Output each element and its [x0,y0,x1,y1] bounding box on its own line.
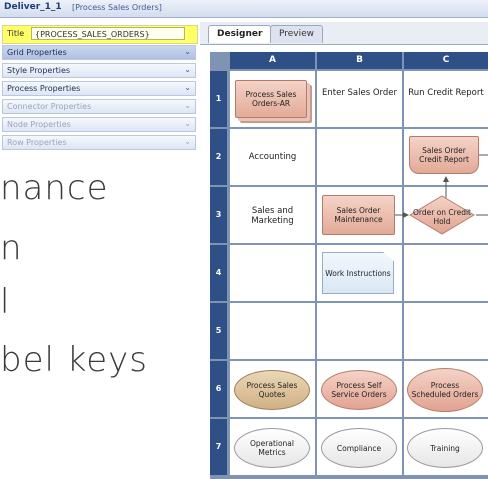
node-properties-label: Node Properties [7,120,71,129]
compliance-node[interactable]: Compliance [321,428,397,468]
sales-and-marketing-label: Sales and Marketing [251,206,294,226]
chevron-down-icon[interactable]: ⌄ [184,65,191,74]
sales-order-maintenance-node[interactable]: Sales Order Maintenance [322,195,395,235]
chevron-down-icon: ⌄ [184,101,191,110]
chevron-down-icon[interactable]: ⌄ [184,47,191,56]
row-header-3[interactable]: 3 [210,187,227,243]
process-sales-orders-ar-node[interactable]: Process Sales Orders-AR [235,80,307,118]
title-property-row: Title {PROCESS_SALES_ORDERS} [2,25,198,44]
accounting-label: Accounting [248,152,297,162]
grid-cell-a5[interactable] [230,303,315,359]
overlay-text-3: l [0,282,11,322]
grid-properties-label: Grid Properties [7,48,67,57]
window-title: Deliver_1_1 [4,2,62,12]
row-header-2[interactable]: 2 [210,129,227,185]
chevron-down-icon: ⌄ [184,137,191,146]
overlay-text-1: nance [0,168,109,208]
process-properties-label: Process Properties [7,84,81,93]
grid-cell-a4[interactable] [230,245,315,301]
properties-panel: Title {PROCESS_SALES_ORDERS} Grid Proper… [0,22,199,153]
row-properties-row: Row Properties ⌄ [2,135,196,150]
process-sales-quotes-node[interactable]: Process Sales Quotes [234,370,310,410]
style-properties-label: Style Properties [7,66,71,75]
column-header-a[interactable]: A [230,52,315,69]
order-on-credit-hold-node[interactable]: Order on Credit Hold [409,195,475,235]
chevron-down-icon: ⌄ [184,119,191,128]
title-label: Title [7,29,25,38]
grid-cell-b1[interactable] [317,71,402,127]
row-header-1[interactable]: 1 [210,71,227,127]
run-credit-report-text[interactable]: Run Credit Report [404,88,488,98]
node-properties-row: Node Properties ⌄ [2,117,196,132]
process-scheduled-orders-node[interactable]: Process Scheduled Orders [407,368,483,412]
column-header-c[interactable]: C [404,52,488,69]
grid-cell-c5[interactable] [404,303,488,359]
grid-cell-b2[interactable] [317,129,402,185]
chevron-down-icon[interactable]: ⌄ [184,83,191,92]
row-header-5[interactable]: 5 [210,303,227,359]
tab-preview[interactable]: Preview [270,25,324,43]
work-instructions-node[interactable]: Work Instructions [322,252,394,294]
row-header-4[interactable]: 4 [210,245,227,301]
overlay-text-2: n [0,228,23,268]
sales-order-credit-report-node[interactable]: Sales Order Credit Report [409,136,479,174]
row-header-6[interactable]: 6 [210,361,227,417]
training-node[interactable]: Training [407,428,483,468]
column-header-b[interactable]: B [317,52,402,69]
window-subtitle: [Process Sales Orders] [72,3,162,12]
process-self-service-orders-node[interactable]: Process Self Service Orders [321,370,397,410]
row-header-7[interactable]: 7 [210,419,227,475]
grid-cell-c1[interactable] [404,71,488,127]
enter-sales-order-text[interactable]: Enter Sales Order [317,88,402,98]
overlay-text-4: bel keys [0,340,148,380]
grid-cell-b5[interactable] [317,303,402,359]
operational-metrics-node[interactable]: Operational Metrics [234,428,310,468]
style-properties-row[interactable]: Style Properties ⌄ [2,63,196,78]
tab-bar: Designer Preview [200,22,488,45]
process-grid: A B C 1 2 3 4 5 6 7 Process Sales Orders… [210,52,488,479]
window-title-bar: Deliver_1_1 [Process Sales Orders] [0,0,488,18]
connector-properties-label: Connector Properties [7,102,92,111]
order-on-credit-hold-text: Order on Credit Hold [413,208,471,226]
title-input[interactable]: {PROCESS_SALES_ORDERS} [31,27,185,40]
grid-properties-row[interactable]: Grid Properties ⌄ [2,45,196,60]
process-properties-row[interactable]: Process Properties ⌄ [2,81,196,96]
connector-properties-row: Connector Properties ⌄ [2,99,196,114]
grid-cell-c4[interactable] [404,245,488,301]
tab-designer[interactable]: Designer [208,25,272,43]
row-properties-label: Row Properties [7,138,67,147]
